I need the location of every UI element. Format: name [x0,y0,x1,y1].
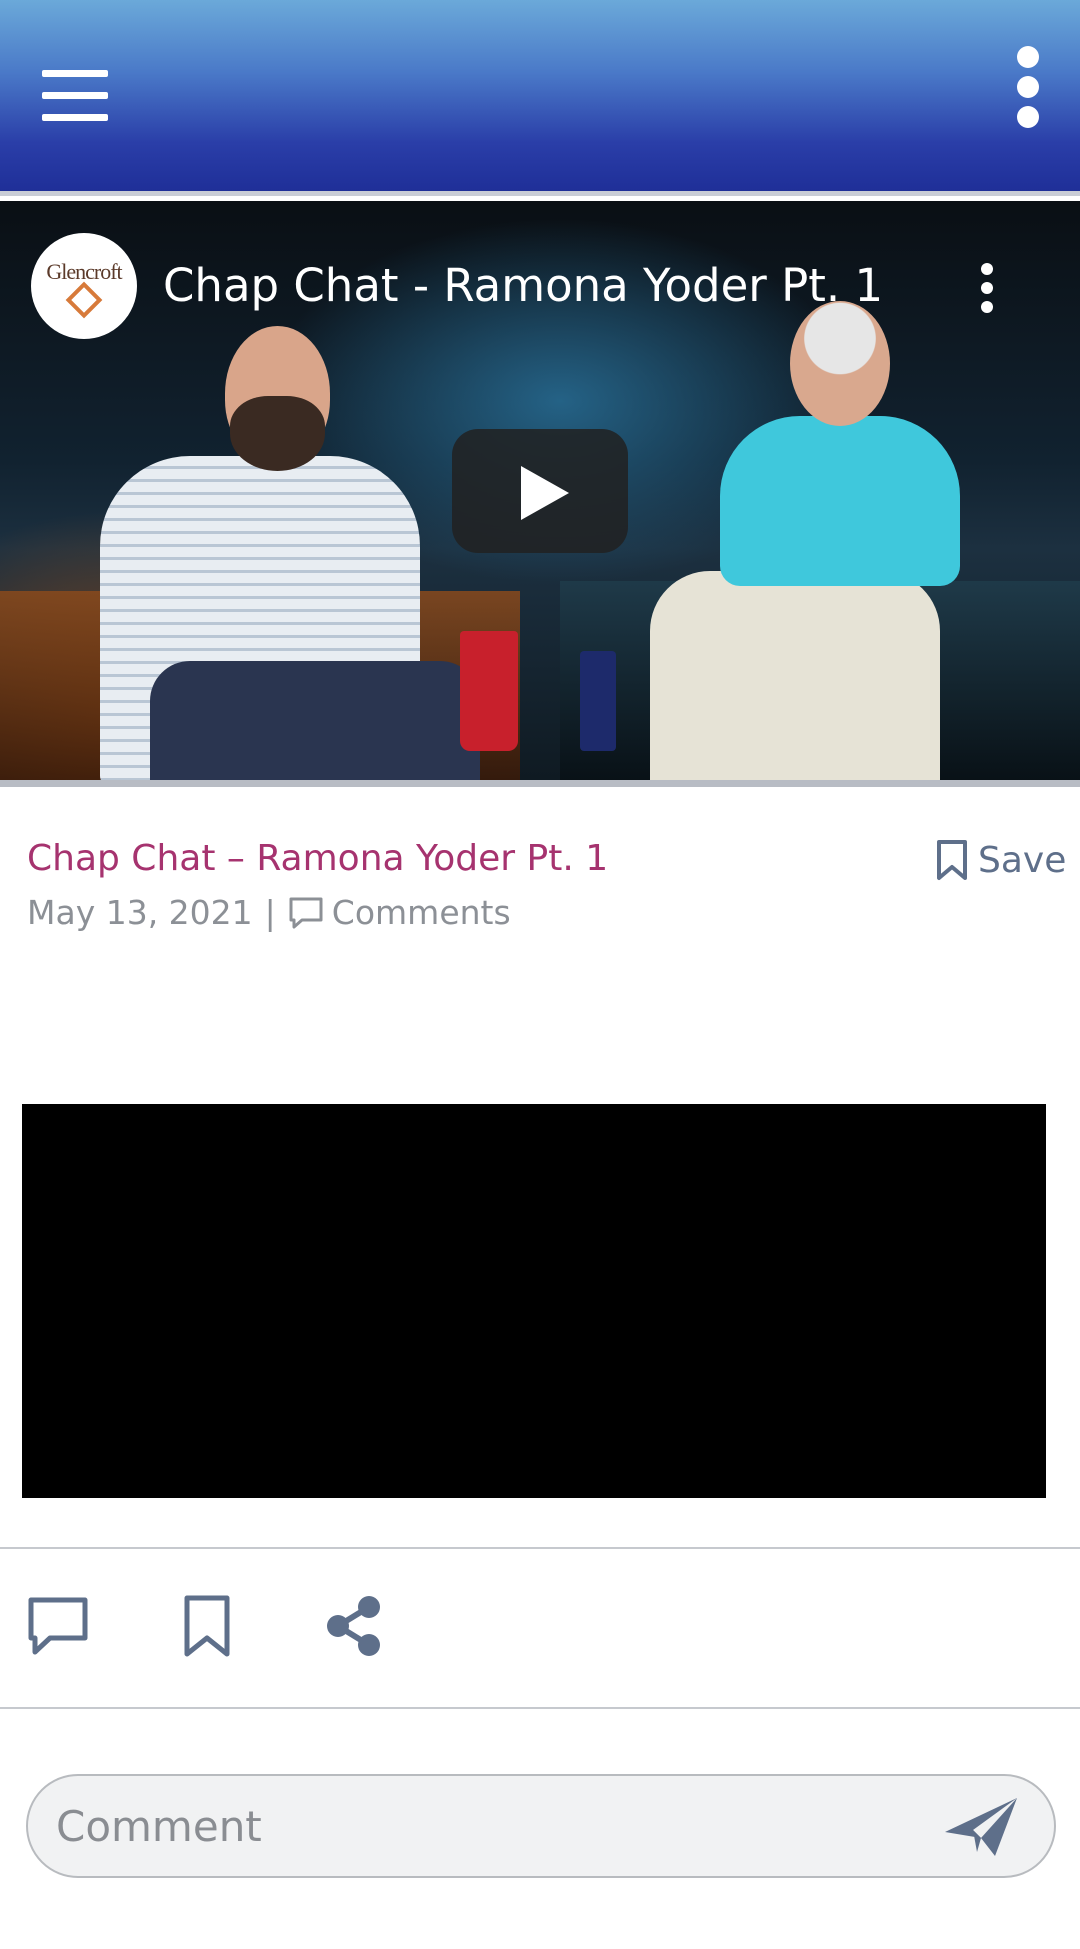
hamburger-menu-icon[interactable] [38,64,112,128]
post-title[interactable]: Chap Chat – Ramona Yoder Pt. 1 [27,838,608,879]
save-label: Save [978,839,1067,881]
comment-icon[interactable] [26,1594,90,1658]
comments-link[interactable]: Comments [288,893,511,932]
video-more-icon[interactable] [975,261,999,315]
app-bar [0,0,1080,196]
divider [0,1707,1080,1709]
video-player[interactable]: Glencroft Chap Chat - Ramona Yoder Pt. 1 [0,201,1080,780]
more-vertical-icon[interactable] [1010,44,1046,130]
send-icon[interactable] [943,1794,1019,1860]
post-meta: May 13, 2021 | Comments [27,893,511,932]
meta-separator: | [264,893,276,932]
comments-label: Comments [331,893,511,932]
embedded-media[interactable] [22,1104,1046,1498]
play-icon[interactable] [452,429,628,553]
bookmark-outline-icon [937,840,967,880]
share-icon[interactable] [324,1594,384,1658]
comment-small-icon [289,897,323,928]
video-title[interactable]: Chap Chat - Ramona Yoder Pt. 1 [163,259,883,312]
bookmark-icon[interactable] [182,1594,232,1658]
channel-logo[interactable]: Glencroft [31,233,137,339]
video-divider [0,780,1080,787]
post-date: May 13, 2021 [27,893,253,932]
comment-bar [26,1774,1056,1878]
divider [0,1547,1080,1549]
save-button[interactable]: Save [934,838,1066,882]
comment-input[interactable] [56,1776,936,1876]
logo-diamond-icon [65,281,103,319]
